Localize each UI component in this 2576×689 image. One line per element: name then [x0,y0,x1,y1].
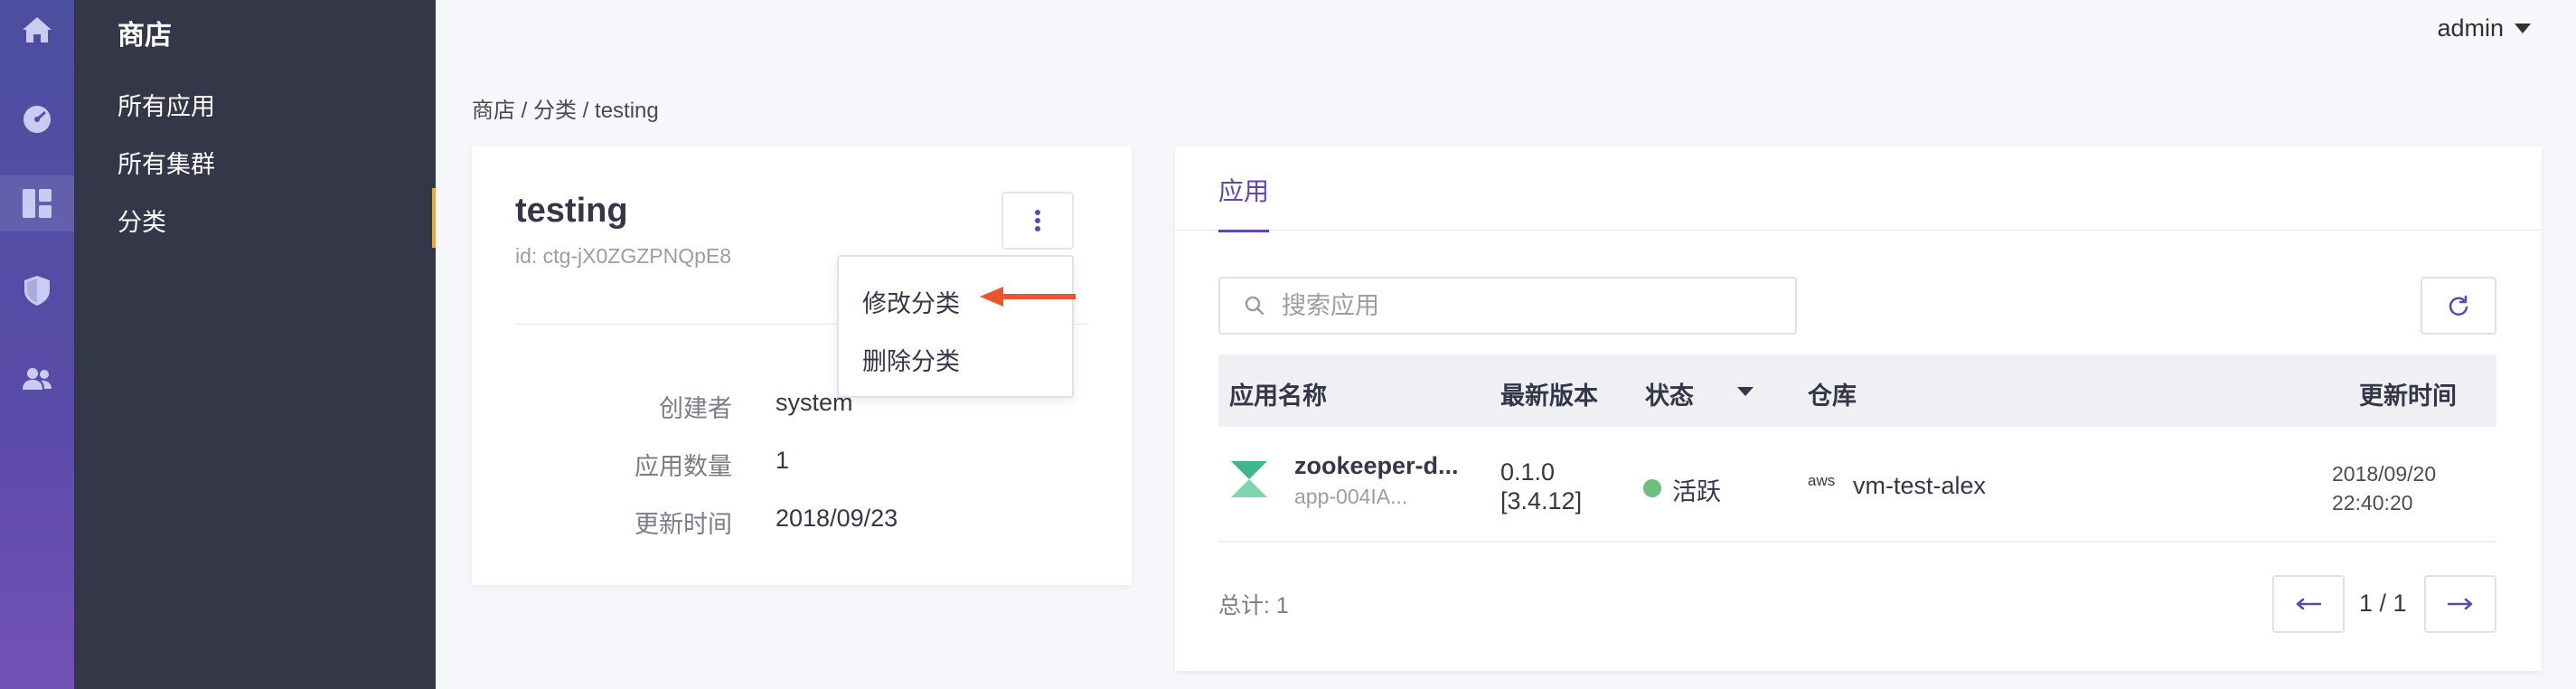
breadcrumb-sep: / [515,99,534,123]
tab-active-underline [1218,230,1269,232]
shield-icon [24,276,50,306]
app-version: 0.1.0 [3.4.12] [1500,458,1583,514]
home-icon [23,17,52,42]
info-label: 创建者 [659,395,732,422]
rail-users[interactable] [0,351,74,407]
subnav-item-all-apps[interactable]: 所有应用 [118,87,215,122]
app-updated-date: 2018/09/20 [2332,462,2437,486]
status-filter-caret-icon[interactable] [1737,387,1753,396]
category-actions-menu: 修改分类 删除分类 [837,255,1074,398]
breadcrumb-store[interactable]: 商店 [472,99,515,123]
next-page-button[interactable] [2424,575,2496,633]
subnav-item-categories[interactable]: 分类 [118,203,166,238]
more-vertical-icon [1035,210,1040,231]
table-row: zookeeper-d... app-004IA... 0.1.0 [3.4.1… [1218,427,2496,543]
arrow-right-icon [2448,598,2473,610]
category-name: testing [515,192,628,230]
menu-item-edit-category[interactable]: 修改分类 [862,284,960,319]
search-input[interactable] [1282,291,1788,320]
store-subnav: 商店 所有应用 所有集群 分类 [74,0,436,689]
info-label: 更新时间 [635,511,732,538]
status-active-icon [1643,479,1661,497]
app-logo-icon [1231,461,1267,497]
dashboard-gauge-icon [24,106,51,133]
refresh-button[interactable] [2421,277,2496,335]
app-updated-time: 22:40:20 [2332,491,2413,514]
refresh-icon [2449,295,2468,316]
arrow-left-icon [2296,598,2321,610]
apps-panel: 应用 应用名称 最新版本 状态 仓库 更新时间 zookeeper-d... a… [1175,146,2542,671]
search-icon [1245,296,1264,316]
rail-home[interactable] [0,2,74,58]
tab-divider [1175,230,2542,231]
breadcrumb-current: testing [595,99,659,123]
breadcrumb-sep: / [577,99,596,123]
annotation-arrow-icon [980,287,1076,307]
column-header-name: 应用名称 [1229,382,1327,410]
users-icon [23,368,52,390]
rail-dashboard[interactable] [0,90,74,146]
breadcrumb: 商店 / 分类 / testing [472,92,659,124]
info-value: 1 [776,447,790,474]
app-repo[interactable]: vm-test-alex [1853,472,1986,500]
app-status: 活跃 [1672,478,1721,505]
app-id: app-004IA... [1294,485,1408,508]
menu-item-delete-category[interactable]: 删除分类 [862,342,960,377]
column-header-updated: 更新时间 [2359,382,2457,410]
tab-apps[interactable]: 应用 [1218,172,1269,208]
aws-icon: aws [1808,472,1836,489]
category-id: id: ctg-jX0ZGZPNQpE8 [515,244,732,268]
username: admin [2437,14,2504,42]
column-header-status: 状态 [1645,382,1694,410]
search-box [1218,277,1797,335]
icon-rail [0,0,74,689]
info-label: 应用数量 [635,453,732,480]
total-count: 总计: 1 [1218,593,1289,618]
column-header-repo: 仓库 [1808,382,1857,410]
subnav-item-all-clusters[interactable]: 所有集群 [118,145,215,180]
rail-security[interactable] [0,262,74,318]
table-header: 应用名称 最新版本 状态 仓库 更新时间 [1218,354,2496,427]
breadcrumb-category[interactable]: 分类 [533,99,577,123]
active-indicator [432,188,436,248]
store-grid-icon [23,189,52,218]
more-actions-button[interactable] [1001,192,1074,250]
page-indicator: 1 / 1 [2359,590,2407,617]
prev-page-button[interactable] [2272,575,2345,633]
app-name-link[interactable]: zookeeper-d... [1294,452,1459,480]
rail-store[interactable] [0,175,74,231]
subnav-title: 商店 [118,21,172,51]
app-updated: 2018/09/20 22:40:20 [2332,459,2436,517]
caret-down-icon [2515,24,2531,33]
info-value: 2018/09/23 [776,505,898,532]
column-header-version: 最新版本 [1500,382,1598,410]
user-menu[interactable]: admin [2437,14,2531,42]
